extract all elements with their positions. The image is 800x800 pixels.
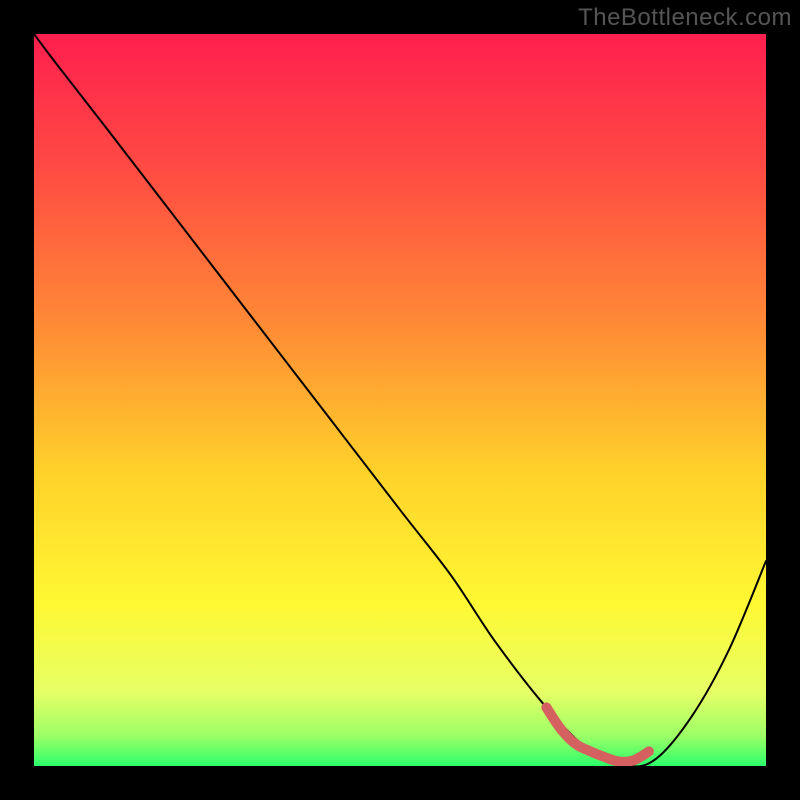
chart-frame: TheBottleneck.com: [0, 0, 800, 800]
gradient-background: [34, 34, 766, 766]
chart-svg: [34, 34, 766, 766]
plot-area: [34, 34, 766, 766]
watermark-label: TheBottleneck.com: [578, 4, 792, 32]
